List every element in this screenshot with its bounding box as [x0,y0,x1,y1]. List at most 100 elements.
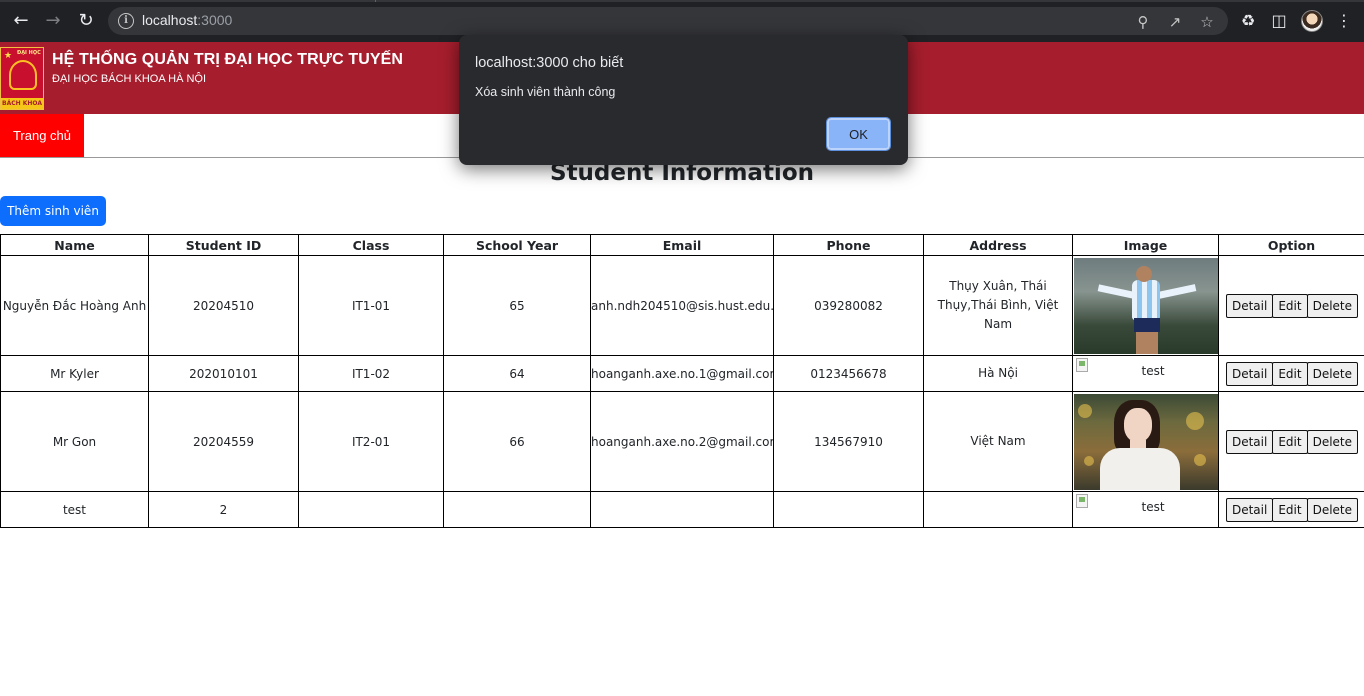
dialog-title: localhost:3000 cho biết [475,55,624,71]
side-panel-icon[interactable]: ◫ [1268,10,1290,32]
edit-button[interactable]: Edit [1272,361,1308,386]
address-bar[interactable]: i localhost:3000 ⚲ ↗ ☆ [108,7,1228,35]
back-icon[interactable]: ← [10,10,32,32]
cell-class: IT1-02 [298,355,444,392]
cell-school-year: 66 [443,391,591,492]
profile-avatar[interactable] [1301,10,1323,32]
cell-phone [773,491,924,528]
cell-student-id: 2 [148,491,299,528]
header-image: Image [1072,234,1219,256]
cell-phone: 039280082 [773,255,924,356]
photo-detail [1157,283,1196,299]
table-row: Nguyễn Đắc Hoàng Anh 20204510 IT1-01 65 … [0,255,1364,356]
cell-name: Mr Kyler [0,355,149,392]
photo-detail [1077,403,1092,418]
image-alt-text: test [1141,364,1165,378]
dialog-message: Xóa sinh viên thành công [475,85,616,99]
site-subtitle: ĐẠI HỌC BÁCH KHOA HÀ NỘI [52,73,207,85]
logo-band-text: BÁCH KHOA [1,98,43,109]
detail-button[interactable]: Detail [1225,293,1274,318]
cell-options: Detail Edit Delete [1218,491,1364,528]
broken-image: test [1074,357,1218,389]
photo-detail [1099,447,1180,490]
header-class: Class [298,234,444,256]
cell-email [590,491,774,528]
photo-detail [1193,453,1206,466]
cell-options: Detail Edit Delete [1218,391,1364,492]
cell-name: Nguyễn Đắc Hoàng Anh [0,255,149,356]
site-info-icon[interactable]: i [118,13,134,29]
nav-home-link[interactable]: Trang chủ [0,114,84,157]
header-phone: Phone [773,234,924,256]
broken-image-icon [1075,494,1088,508]
cell-class: IT1-01 [298,255,444,356]
tab-strip [0,0,1364,2]
table-header-row: Name Student ID Class School Year Email … [0,234,1364,256]
cell-school-year [443,491,591,528]
add-student-button[interactable]: Thêm sinh viên [0,196,106,226]
photo-detail [1135,265,1152,282]
edit-button[interactable]: Edit [1272,429,1308,454]
cell-student-id: 20204510 [148,255,299,356]
extensions-puzzle-icon[interactable]: ♻ [1237,10,1259,32]
cell-class: IT2-01 [298,391,444,492]
header-option: Option [1218,234,1364,256]
student-table: Name Student ID Class School Year Email … [0,234,1364,528]
edit-button[interactable]: Edit [1272,293,1308,318]
broken-image-icon [1075,358,1088,372]
detail-button[interactable]: Detail [1225,497,1274,522]
zoom-icon[interactable]: ⚲ [1134,13,1152,31]
header-school-year: School Year [443,234,591,256]
header-student-id: Student ID [148,234,299,256]
table-row: Mr Kyler 202010101 IT1-02 64 hoanganh.ax… [0,355,1364,392]
edit-button[interactable]: Edit [1272,497,1308,522]
image-alt-text: test [1141,500,1165,514]
url-host: localhost [142,12,198,28]
photo-detail [1133,317,1160,332]
delete-button[interactable]: Delete [1306,429,1359,454]
address-url: localhost:3000 [142,12,232,28]
cell-image: test [1072,491,1219,528]
detail-button[interactable]: Detail [1225,361,1274,386]
delete-button[interactable]: Delete [1306,293,1359,318]
cell-school-year: 65 [443,255,591,356]
delete-button[interactable]: Delete [1306,497,1359,522]
logo-top-text: ĐẠI HỌC [17,50,41,56]
student-photo [1073,257,1218,354]
bookmark-star-icon[interactable]: ☆ [1198,13,1216,31]
photo-detail [1083,455,1094,466]
photo-detail [1131,279,1160,320]
table-row: test 2 test Detail Edit Delete [0,491,1364,528]
share-icon[interactable]: ↗ [1166,13,1184,31]
cell-image: test [1072,355,1219,392]
dialog-ok-button[interactable]: OK [826,117,891,151]
cell-name: test [0,491,149,528]
cell-phone: 0123456678 [773,355,924,392]
reload-icon[interactable]: ↻ [75,10,97,32]
table-row: Mr Gon 20204559 IT2-01 66 hoanganh.axe.n… [0,391,1364,492]
photo-detail [1123,407,1152,442]
cell-student-id: 202010101 [148,355,299,392]
cell-school-year: 64 [443,355,591,392]
cell-email: hoanganh.axe.no.2@gmail.com [590,391,774,492]
header-address: Address [923,234,1073,256]
photo-detail [1097,283,1134,299]
student-photo [1073,393,1218,490]
menu-kebab-icon[interactable]: ⋮ [1333,10,1355,32]
delete-button[interactable]: Delete [1306,361,1359,386]
cell-email: hoanganh.axe.no.1@gmail.com [590,355,774,392]
url-port: :3000 [197,12,233,28]
detail-button[interactable]: Detail [1225,429,1274,454]
logo-emblem [9,60,37,90]
cell-address: Thụy Xuân, Thái Thụy,Thái Bình, Việt Nam [923,255,1073,356]
forward-icon[interactable]: → [42,10,64,32]
cell-student-id: 20204559 [148,391,299,492]
cell-image [1072,255,1219,356]
cell-image [1072,391,1219,492]
broken-image: test [1074,493,1218,525]
cell-class [298,491,444,528]
tab-separator [375,0,376,2]
cell-options: Detail Edit Delete [1218,255,1364,356]
logo-star-icon: ★ [4,51,13,61]
cell-address: Hà Nội [923,355,1073,392]
